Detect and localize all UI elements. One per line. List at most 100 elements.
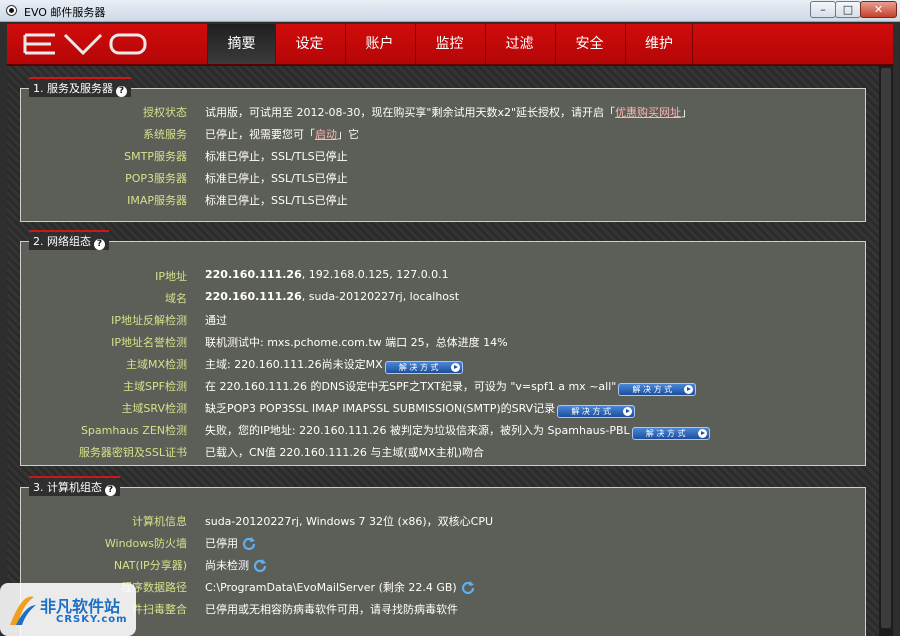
mx-check-row: 主域MX检测 主域: 220.160.111.26尚未设定MX 解 决 方 式	[21, 356, 867, 374]
firewall-row: Windows防火墙 已停用	[21, 535, 867, 551]
value-text: 主域: 220.160.111.26尚未设定MX	[205, 358, 383, 371]
row-label: 件扫毒整合	[132, 603, 187, 616]
value-text: 」它	[337, 128, 359, 141]
system-service-row: 系统服务 已停止，视需要您可「启动」它	[21, 126, 867, 142]
refresh-icon[interactable]	[242, 536, 256, 550]
row-value: C:\ProgramData\EvoMailServer (剩余 22.4 GB…	[205, 579, 475, 595]
spamhaus-solution-button[interactable]: 解 决 方 式	[631, 427, 710, 440]
section-title-text: 2. 网络组态	[33, 235, 91, 248]
purchase-link[interactable]: 优惠购买网址	[615, 106, 681, 119]
row-value: 试用版，可试用至 2012-08-30，现在购买享"剩余试用天数x2"延长授权，…	[205, 104, 692, 120]
window-title: EVO 邮件服务器	[24, 6, 106, 19]
tab-security[interactable]: 安全	[555, 24, 623, 64]
scrollbar-thumb[interactable]	[881, 68, 891, 628]
domain-row: 域名 220.160.111.26, suda-20120227rj, loca…	[21, 290, 867, 306]
row-label: POP3服务器	[125, 172, 187, 185]
spamhaus-row: Spamhaus ZEN检测 失败，您的IP地址: 220.160.111.26…	[21, 422, 867, 440]
row-label: IP地址名誉检测	[111, 336, 187, 349]
row-label: Windows防火墙	[104, 537, 187, 550]
help-icon[interactable]: ?	[105, 485, 116, 496]
row-value: 标准已停止，SSL/TLS已停止	[205, 194, 348, 207]
row-label: Spamhaus ZEN检测	[80, 424, 187, 437]
row-value: 失败，您的IP地址: 220.160.111.26 被判定为垃圾信来源，被列入为…	[205, 422, 710, 440]
row-value: 已停止，视需要您可「启动」它	[205, 126, 359, 142]
computer-info-row: 计算机信息 suda-20120227rj, Windows 7 32位 (x8…	[21, 513, 867, 529]
row-label: 授权状态	[143, 106, 187, 119]
row-label: IP地址反解检测	[111, 314, 187, 327]
help-icon[interactable]: ?	[116, 86, 127, 97]
row-value: 220.160.111.26, suda-20120227rj, localho…	[205, 290, 459, 303]
section-title: 2. 网络组态?	[29, 230, 109, 250]
section-title: 3. 计算机组态?	[29, 476, 120, 496]
value-text: 缺乏POP3 POP3SSL IMAP IMAPSSL SUBMISSION(S…	[205, 402, 556, 415]
services-panel: 1. 服务及服务器? 授权状态 试用版，可试用至 2012-08-30，现在购买…	[20, 77, 867, 222]
row-value: 联机测试中: mxs.pchome.com.tw 端口 25，总体进度 14%	[205, 336, 508, 349]
section-title-text: 1. 服务及服务器	[33, 82, 113, 95]
srv-solution-button[interactable]: 解 决 方 式	[557, 405, 636, 418]
row-label: 主域SPF检测	[123, 380, 187, 393]
spf-solution-button[interactable]: 解 决 方 式	[618, 383, 697, 396]
row-label: 计算机信息	[132, 515, 187, 528]
section-title: 1. 服务及服务器?	[29, 77, 131, 97]
evo-logo	[23, 33, 147, 56]
row-value: 220.160.111.26, 192.168.0.125, 127.0.0.1	[205, 268, 449, 281]
tab-summary[interactable]: 摘要	[207, 24, 275, 64]
computer-panel: 3. 计算机组态? 计算机信息 suda-20120227rj, Windows…	[20, 476, 867, 636]
section-title-text: 3. 计算机组态	[33, 481, 102, 494]
maximize-button[interactable]: □	[835, 1, 861, 18]
help-icon[interactable]: ?	[94, 239, 105, 250]
tab-maintenance[interactable]: 维护	[625, 24, 693, 64]
primary-ip: 220.160.111.26	[205, 268, 302, 281]
value-text: 已停止，视需要您可「	[205, 128, 315, 141]
refresh-icon[interactable]	[461, 580, 475, 594]
value-text: , suda-20120227rj, localhost	[301, 290, 460, 303]
row-label: IMAP服务器	[127, 194, 187, 207]
value-text: 在 220.160.111.26 的DNS设定中无SPF之TXT纪录，可设为 "…	[205, 380, 617, 393]
refresh-icon[interactable]	[253, 558, 267, 572]
row-value: 主域: 220.160.111.26尚未设定MX 解 决 方 式	[205, 356, 463, 374]
nat-row: NAT(IP分享器) 尚未检测	[21, 557, 867, 573]
minimize-button[interactable]: –	[810, 1, 836, 18]
vertical-scrollbar[interactable]	[879, 66, 893, 636]
value-text: 失败，您的IP地址: 220.160.111.26 被判定为垃圾信来源，被列入为…	[205, 424, 630, 437]
row-label: 主域MX检测	[125, 358, 187, 371]
srv-check-row: 主域SRV检测 缺乏POP3 POP3SSL IMAP IMAPSSL SUBM…	[21, 400, 867, 418]
watermark-logo	[10, 596, 36, 625]
row-value: 标准已停止，SSL/TLS已停止	[205, 172, 348, 185]
close-button[interactable]: ✕	[860, 1, 897, 18]
tab-monitor[interactable]: 监控	[415, 24, 483, 64]
row-label: 服务器密钥及SSL证书	[78, 446, 187, 459]
row-value: 通过	[205, 314, 227, 327]
value-text: 」	[681, 106, 693, 119]
antivirus-row: 件扫毒整合 已停用或无相容防病毒软件可用，请寻找防病毒软件	[21, 601, 867, 617]
mx-solution-button[interactable]: 解 决 方 式	[384, 361, 463, 374]
value-text: , 192.168.0.125, 127.0.0.1	[301, 268, 449, 281]
tab-accounts[interactable]: 账户	[345, 24, 413, 64]
app-icon	[6, 5, 17, 16]
ip-reputation-row: IP地址名誉检测 联机测试中: mxs.pchome.com.tw 端口 25，…	[21, 334, 867, 350]
main-nav: 摘要 设定 账户 监控 过滤 安全 维护	[7, 24, 893, 66]
row-label: SMTP服务器	[124, 150, 187, 163]
watermark-url: CRSKY.com	[56, 614, 128, 625]
tab-filter[interactable]: 过滤	[485, 24, 553, 64]
row-label: 域名	[165, 292, 187, 305]
row-value: 在 220.160.111.26 的DNS设定中无SPF之TXT纪录，可设为 "…	[205, 378, 697, 396]
row-value: 已停用	[205, 535, 256, 551]
data-path-row: 程序数据路径 C:\ProgramData\EvoMailServer (剩余 …	[21, 579, 867, 595]
smtp-row: SMTP服务器 标准已停止，SSL/TLS已停止	[21, 148, 867, 164]
tab-settings[interactable]: 设定	[275, 24, 343, 64]
start-service-link[interactable]: 启动	[315, 128, 337, 141]
ip-address-row: IP地址 220.160.111.26, 192.168.0.125, 127.…	[21, 268, 867, 284]
row-value: suda-20120227rj, Windows 7 32位 (x86)，双核心…	[205, 515, 493, 528]
value-text: C:\ProgramData\EvoMailServer (剩余 22.4 GB…	[205, 581, 457, 594]
row-value: 已载入，CN值 220.160.111.26 与主域(或MX主机)吻合	[205, 446, 484, 459]
spf-check-row: 主域SPF检测 在 220.160.111.26 的DNS设定中无SPF之TXT…	[21, 378, 867, 396]
window-titlebar: EVO 邮件服务器 – □ ✕	[0, 0, 900, 22]
row-value: 标准已停止，SSL/TLS已停止	[205, 150, 348, 163]
ssl-cert-row: 服务器密钥及SSL证书 已载入，CN值 220.160.111.26 与主域(或…	[21, 444, 867, 460]
value-text: 试用版，可试用至 2012-08-30，现在购买享"剩余试用天数x2"延长授权，…	[205, 106, 616, 119]
pop3-row: POP3服务器 标准已停止，SSL/TLS已停止	[21, 170, 867, 186]
row-value: 尚未检测	[205, 557, 267, 573]
value-text: 尚未检测	[205, 559, 249, 572]
row-label: NAT(IP分享器)	[113, 559, 187, 572]
